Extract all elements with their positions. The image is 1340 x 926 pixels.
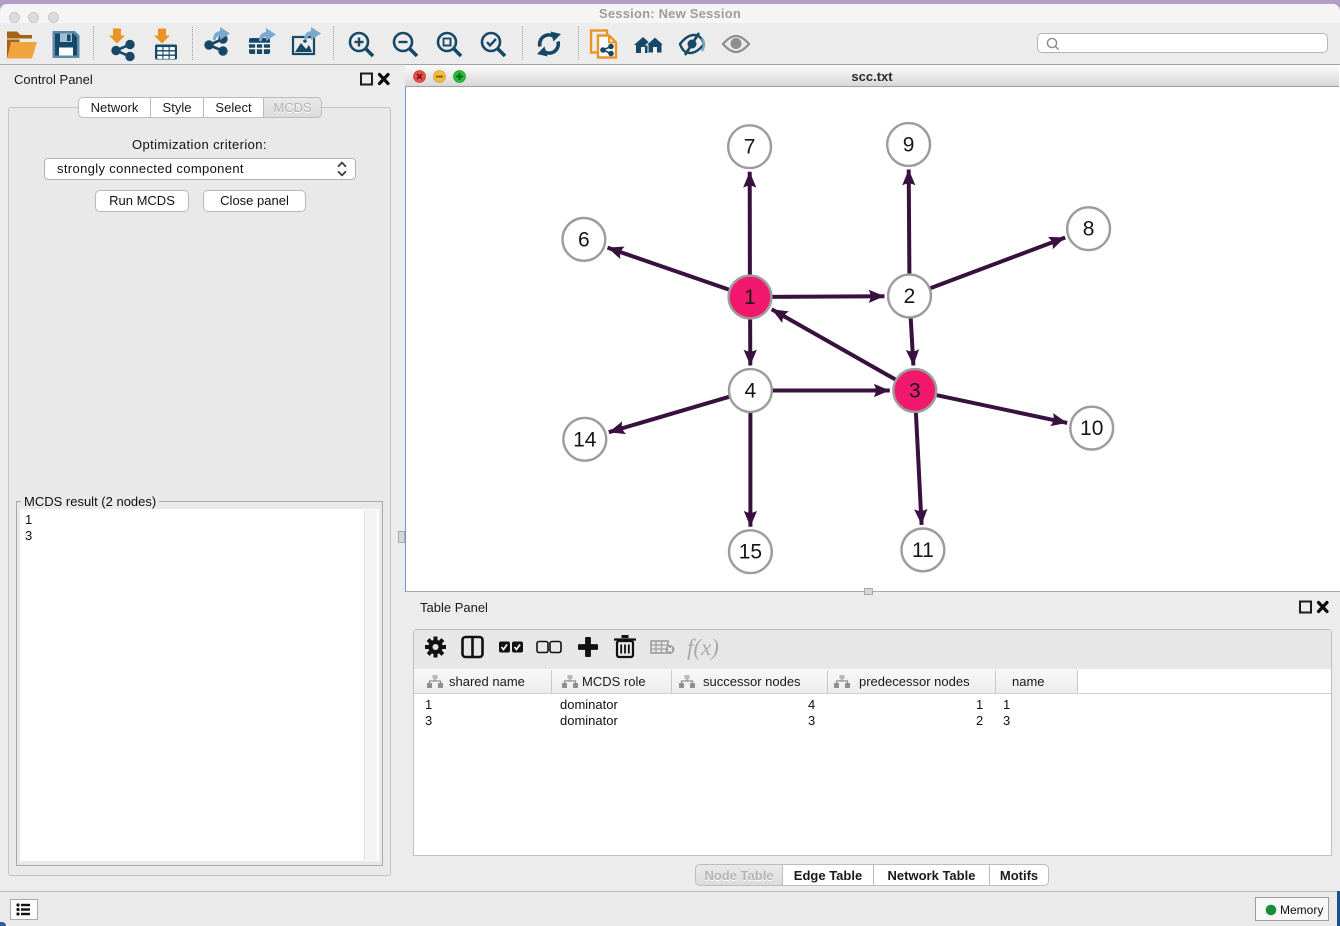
svg-text:11: 11: [912, 539, 934, 562]
svg-text:8: 8: [1083, 218, 1095, 241]
svg-text:10: 10: [1080, 417, 1103, 440]
svg-text:7: 7: [744, 136, 756, 159]
svg-text:3: 3: [909, 380, 921, 403]
svg-text:6: 6: [578, 228, 590, 251]
svg-text:1: 1: [744, 286, 756, 309]
svg-text:2: 2: [904, 285, 916, 308]
svg-text:4: 4: [745, 380, 757, 403]
svg-text:9: 9: [903, 134, 915, 157]
svg-text:15: 15: [739, 541, 762, 564]
svg-text:f(x): f(x): [687, 635, 719, 660]
svg-text:14: 14: [573, 428, 597, 451]
